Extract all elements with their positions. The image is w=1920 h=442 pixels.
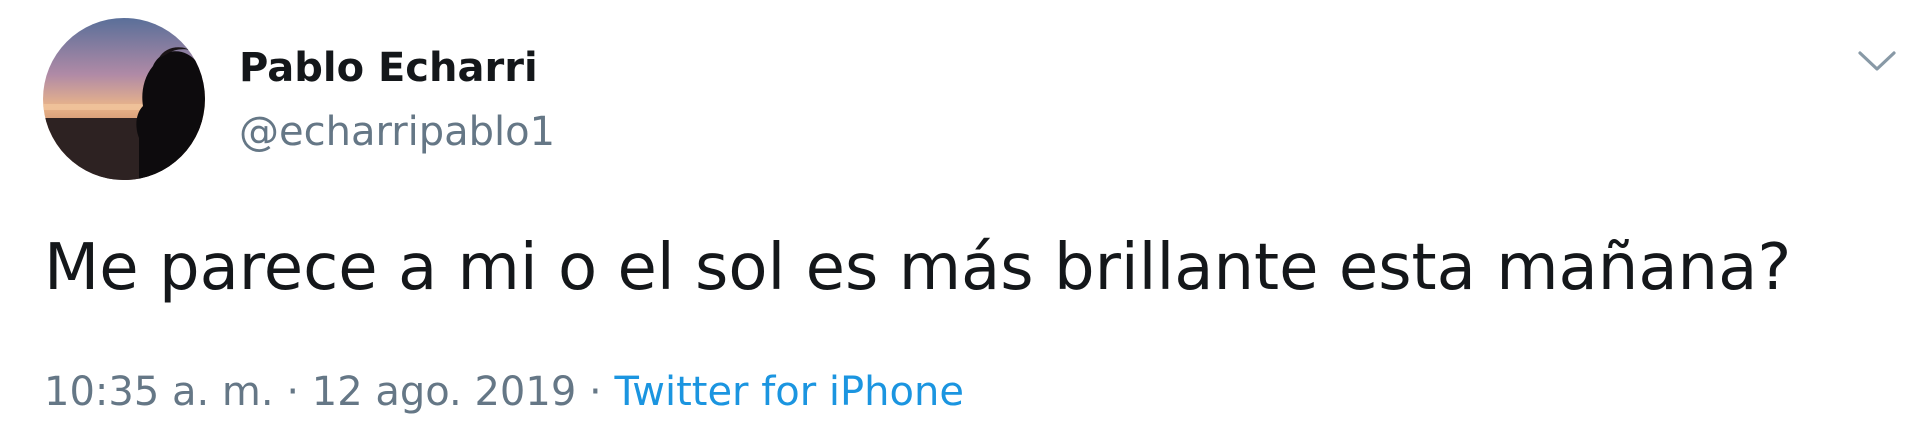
tweet-time[interactable]: 10:35 a. m. [44, 369, 274, 415]
meta-separator: · [286, 369, 300, 415]
tweet-metadata: 10:35 a. m. · 12 ago. 2019 · Twitter for… [44, 364, 964, 420]
tweet-source-link[interactable]: Twitter for iPhone [614, 369, 964, 415]
avatar[interactable] [43, 18, 205, 180]
tweet-text: Me parece a mi o el sol es más brillante… [44, 231, 1792, 305]
tweet-date[interactable]: 12 ago. 2019 [312, 369, 577, 415]
chevron-down-icon [1858, 51, 1896, 71]
avatar-image [43, 18, 205, 180]
author-handle[interactable]: @echarripablo1 [239, 104, 555, 160]
tweet-card: Pablo Echarri @echarripablo1 Me parece a… [0, 0, 1920, 442]
meta-separator: · [589, 369, 602, 415]
author-name[interactable]: Pablo Echarri [239, 40, 538, 96]
tweet-menu-button[interactable] [1856, 44, 1898, 78]
